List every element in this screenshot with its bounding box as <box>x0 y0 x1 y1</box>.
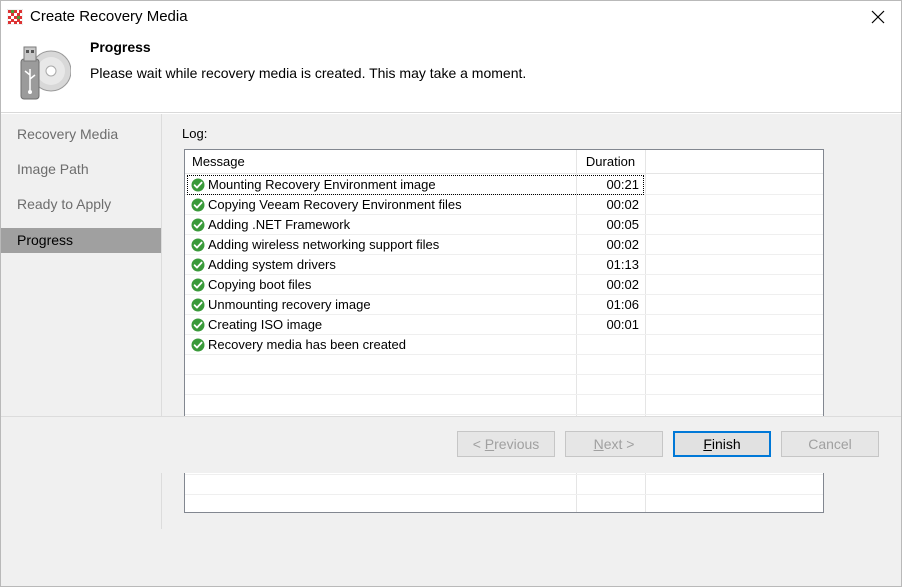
page-description: Please wait while recovery media is crea… <box>90 65 527 81</box>
log-label: Log: <box>182 126 208 141</box>
log-row[interactable]: Adding .NET Framework 00:05 <box>185 215 823 235</box>
success-check-icon <box>191 198 205 212</box>
finish-button[interactable]: Finish <box>673 431 771 457</box>
column-header-message[interactable]: Message <box>192 154 245 169</box>
log-row-empty <box>185 355 823 375</box>
log-row[interactable]: Recovery media has been created <box>185 335 823 355</box>
sidebar-item-image-path[interactable]: Image Path <box>1 157 161 182</box>
log-row[interactable]: Creating ISO image 00:01 <box>185 315 823 335</box>
success-check-icon <box>191 318 205 332</box>
log-duration <box>576 335 639 355</box>
log-duration: 00:02 <box>606 237 639 252</box>
log-duration: 00:02 <box>606 277 639 292</box>
success-check-icon <box>191 298 205 312</box>
log-duration: 00:01 <box>606 317 639 332</box>
veeam-app-icon <box>6 8 24 26</box>
log-row[interactable]: Unmounting recovery image 01:06 <box>185 295 823 315</box>
wizard-footer: < Previous Next > Finish Cancel <box>1 416 901 473</box>
previous-button[interactable]: < Previous <box>457 431 555 457</box>
window-title: Create Recovery Media <box>30 8 188 25</box>
success-check-icon <box>191 218 205 232</box>
log-row-empty <box>185 475 823 495</box>
log-row[interactable]: Mounting Recovery Environment image 00:21 <box>185 175 823 195</box>
column-header-duration[interactable]: Duration <box>576 154 645 169</box>
page-title: Progress <box>90 39 151 55</box>
log-row-empty <box>185 395 823 415</box>
sidebar-item-progress[interactable]: Progress <box>1 228 161 253</box>
log-row-empty <box>185 495 823 512</box>
log-row[interactable]: Copying Veeam Recovery Environment files… <box>185 195 823 215</box>
log-row[interactable]: Adding wireless networking support files… <box>185 235 823 255</box>
wizard-header: Progress Please wait while recovery medi… <box>1 33 901 113</box>
close-button[interactable] <box>855 1 901 33</box>
sidebar-item-recovery-media[interactable]: Recovery Media <box>1 122 161 147</box>
log-row[interactable]: Copying boot files 00:02 <box>185 275 823 295</box>
create-recovery-media-window: Create Recovery Media Progress Please wa… <box>0 0 902 587</box>
wizard-body: Recovery Media Image Path Ready to Apply… <box>1 114 901 586</box>
log-row-empty <box>185 375 823 395</box>
next-button[interactable]: Next > <box>565 431 663 457</box>
log-row[interactable]: Adding system drivers 01:13 <box>185 255 823 275</box>
log-duration: 00:02 <box>606 197 639 212</box>
log-duration: 01:06 <box>606 297 639 312</box>
title-bar: Create Recovery Media <box>1 1 901 33</box>
cancel-button[interactable]: Cancel <box>781 431 879 457</box>
success-check-icon <box>191 258 205 272</box>
success-check-icon <box>191 238 205 252</box>
recovery-media-disk-usb-icon <box>15 41 72 105</box>
log-duration: 00:21 <box>606 177 639 192</box>
close-icon <box>871 10 885 24</box>
log-duration: 00:05 <box>606 217 639 232</box>
log-header: Message Duration <box>185 150 823 174</box>
success-check-icon <box>191 278 205 292</box>
log-duration: 01:13 <box>606 257 639 272</box>
sidebar-item-ready-to-apply[interactable]: Ready to Apply <box>1 192 161 217</box>
success-check-icon <box>191 178 205 192</box>
success-check-icon <box>191 338 205 352</box>
